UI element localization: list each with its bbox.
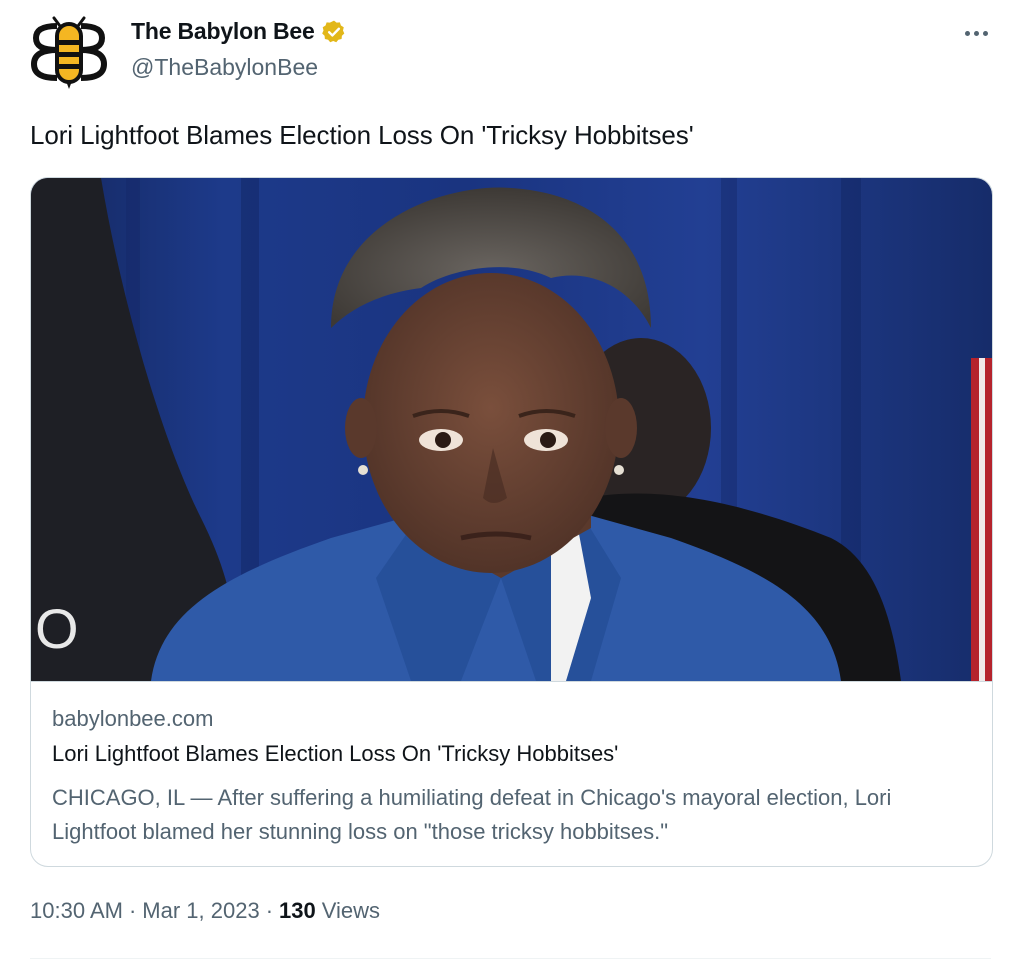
meta-separator: · [128,898,137,923]
more-dot [982,30,988,36]
views-label: Views [321,898,381,923]
news-photo: O [31,178,992,681]
babylon-bee-logo-icon [30,16,108,89]
author-handle[interactable]: @TheBabylonBee [131,54,318,81]
verified-badge-icon [321,19,347,45]
author-avatar[interactable] [28,12,110,94]
tweet: The Babylon Bee @TheBabylonBee Lori Ligh… [0,0,1024,980]
card-image[interactable]: O [31,178,992,682]
more-dot [973,30,979,36]
tweet-time[interactable]: 10:30 AM [30,898,123,924]
tweet-text: Lori Lightfoot Blames Election Loss On '… [30,120,694,150]
tweet-meta: 10:30 AM · Mar 1, 2023 · 130 Views [30,898,380,924]
card-domain: babylonbee.com [52,706,214,731]
link-preview-card[interactable]: O babylonbee.com Lori Lightfoot Blames E… [30,177,993,867]
more-options-button[interactable] [958,18,994,48]
views-count: 130 [279,898,316,923]
card-title: Lori Lightfoot Blames Election Loss On '… [52,741,619,766]
tweet-date[interactable]: Mar 1, 2023 [142,898,259,924]
author-display-name[interactable]: The Babylon Bee [131,18,315,45]
meta-separator: · [265,898,274,923]
divider [30,958,991,959]
more-horizontal-icon [964,30,970,36]
card-description: CHICAGO, IL — After suffering a humiliat… [52,785,892,844]
svg-text:O: O [35,597,79,660]
author-name-row[interactable]: The Babylon Bee [131,18,347,45]
